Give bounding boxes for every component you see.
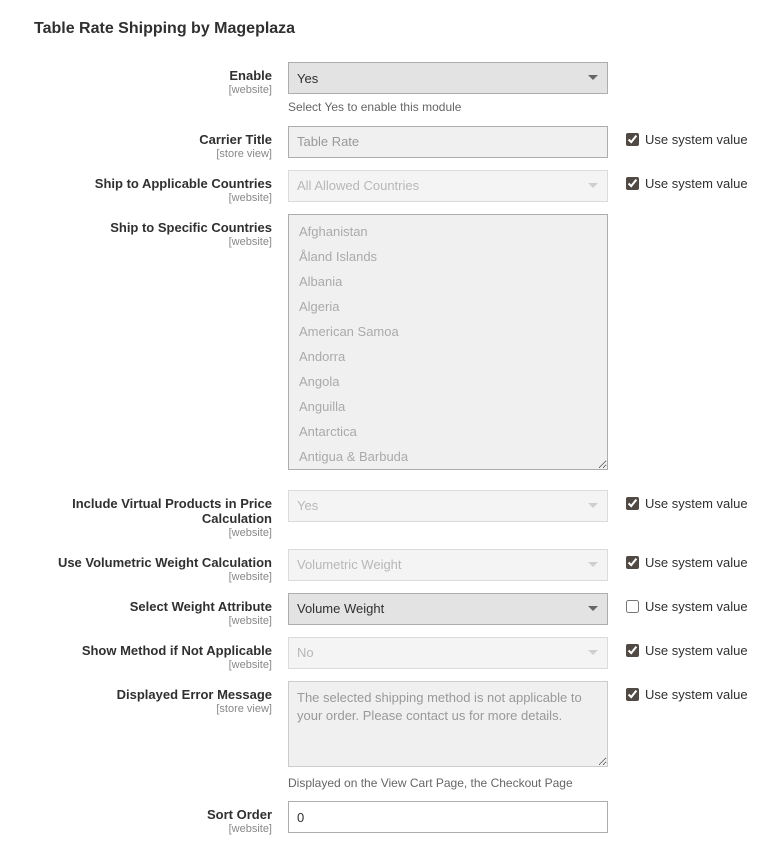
country-option[interactable]: Antigua & Barbuda [289,444,607,469]
show-method-sys-label: Use system value [645,643,748,658]
include-virtual-sys-checkbox[interactable] [626,497,639,510]
section-title: Table Rate Shipping by Mageplaza [0,10,773,62]
enable-scope: [website] [0,84,272,96]
ship-applicable-sys-checkbox[interactable] [626,177,639,190]
country-option[interactable]: Afghanistan [289,219,607,244]
carrier-title-sys-label: Use system value [645,132,748,147]
ship-specific-scope: [website] [0,236,272,248]
show-method-sys-checkbox[interactable] [626,644,639,657]
enable-select[interactable]: Yes [288,62,608,94]
show-method-select[interactable]: No [288,637,608,669]
volumetric-select[interactable]: Volumetric Weight [288,549,608,581]
weight-attr-sys-label: Use system value [645,599,748,614]
weight-attr-sys-checkbox[interactable] [626,600,639,613]
carrier-title-scope: [store view] [0,148,272,160]
show-method-scope: [website] [0,659,272,671]
ship-applicable-select[interactable]: All Allowed Countries [288,170,608,202]
show-method-label: Show Method if Not Applicable [82,643,272,658]
enable-label: Enable [229,68,272,83]
carrier-title-sys-checkbox[interactable] [626,133,639,146]
country-option[interactable]: Albania [289,269,607,294]
include-virtual-sys-label: Use system value [645,496,748,511]
carrier-title-label: Carrier Title [199,132,272,147]
sort-order-input[interactable] [288,801,608,833]
include-virtual-select[interactable]: Yes [288,490,608,522]
row-volumetric: Use Volumetric Weight Calculation [websi… [0,549,773,583]
country-option[interactable]: Antarctica [289,419,607,444]
error-msg-sys-label: Use system value [645,687,748,702]
weight-attr-scope: [website] [0,615,272,627]
row-ship-specific: Ship to Specific Countries [website] Afg… [0,214,773,470]
country-option[interactable]: Anguilla [289,394,607,419]
row-error-msg: Displayed Error Message [store view] The… [0,681,773,792]
carrier-title-input[interactable] [288,126,608,158]
country-option[interactable]: Andorra [289,344,607,369]
error-msg-help: Displayed on the View Cart Page, the Che… [288,776,608,792]
ship-specific-multiselect[interactable]: Afghanistan Åland Islands Albania Algeri… [288,214,608,470]
error-msg-label: Displayed Error Message [117,687,272,702]
include-virtual-label: Include Virtual Products in Price Calcul… [72,496,272,526]
country-option[interactable]: Åland Islands [289,244,607,269]
weight-attr-label: Select Weight Attribute [130,599,272,614]
country-option[interactable]: Angola [289,369,607,394]
include-virtual-scope: [website] [0,527,272,539]
country-option[interactable]: Algeria [289,294,607,319]
row-include-virtual: Include Virtual Products in Price Calcul… [0,490,773,539]
volumetric-scope: [website] [0,571,272,583]
country-option[interactable]: American Samoa [289,319,607,344]
error-msg-textarea[interactable]: The selected shipping method is not appl… [288,681,608,767]
ship-applicable-sys-label: Use system value [645,176,748,191]
volumetric-label: Use Volumetric Weight Calculation [58,555,272,570]
row-enable: Enable [website] Yes Select Yes to enabl… [0,62,773,116]
sort-order-scope: [website] [0,823,272,835]
row-carrier-title: Carrier Title [store view] Use system va… [0,126,773,160]
ship-applicable-scope: [website] [0,192,272,204]
weight-attr-select[interactable]: Volume Weight [288,593,608,625]
error-msg-scope: [store view] [0,703,272,715]
volumetric-sys-label: Use system value [645,555,748,570]
enable-help: Select Yes to enable this module [288,100,608,116]
ship-specific-label: Ship to Specific Countries [110,220,272,235]
row-ship-applicable: Ship to Applicable Countries [website] A… [0,170,773,204]
row-sort-order: Sort Order [website] [0,801,773,835]
row-show-method: Show Method if Not Applicable [website] … [0,637,773,671]
error-msg-sys-checkbox[interactable] [626,688,639,701]
volumetric-sys-checkbox[interactable] [626,556,639,569]
sort-order-label: Sort Order [207,807,272,822]
ship-applicable-label: Ship to Applicable Countries [95,176,272,191]
row-weight-attr: Select Weight Attribute [website] Volume… [0,593,773,627]
